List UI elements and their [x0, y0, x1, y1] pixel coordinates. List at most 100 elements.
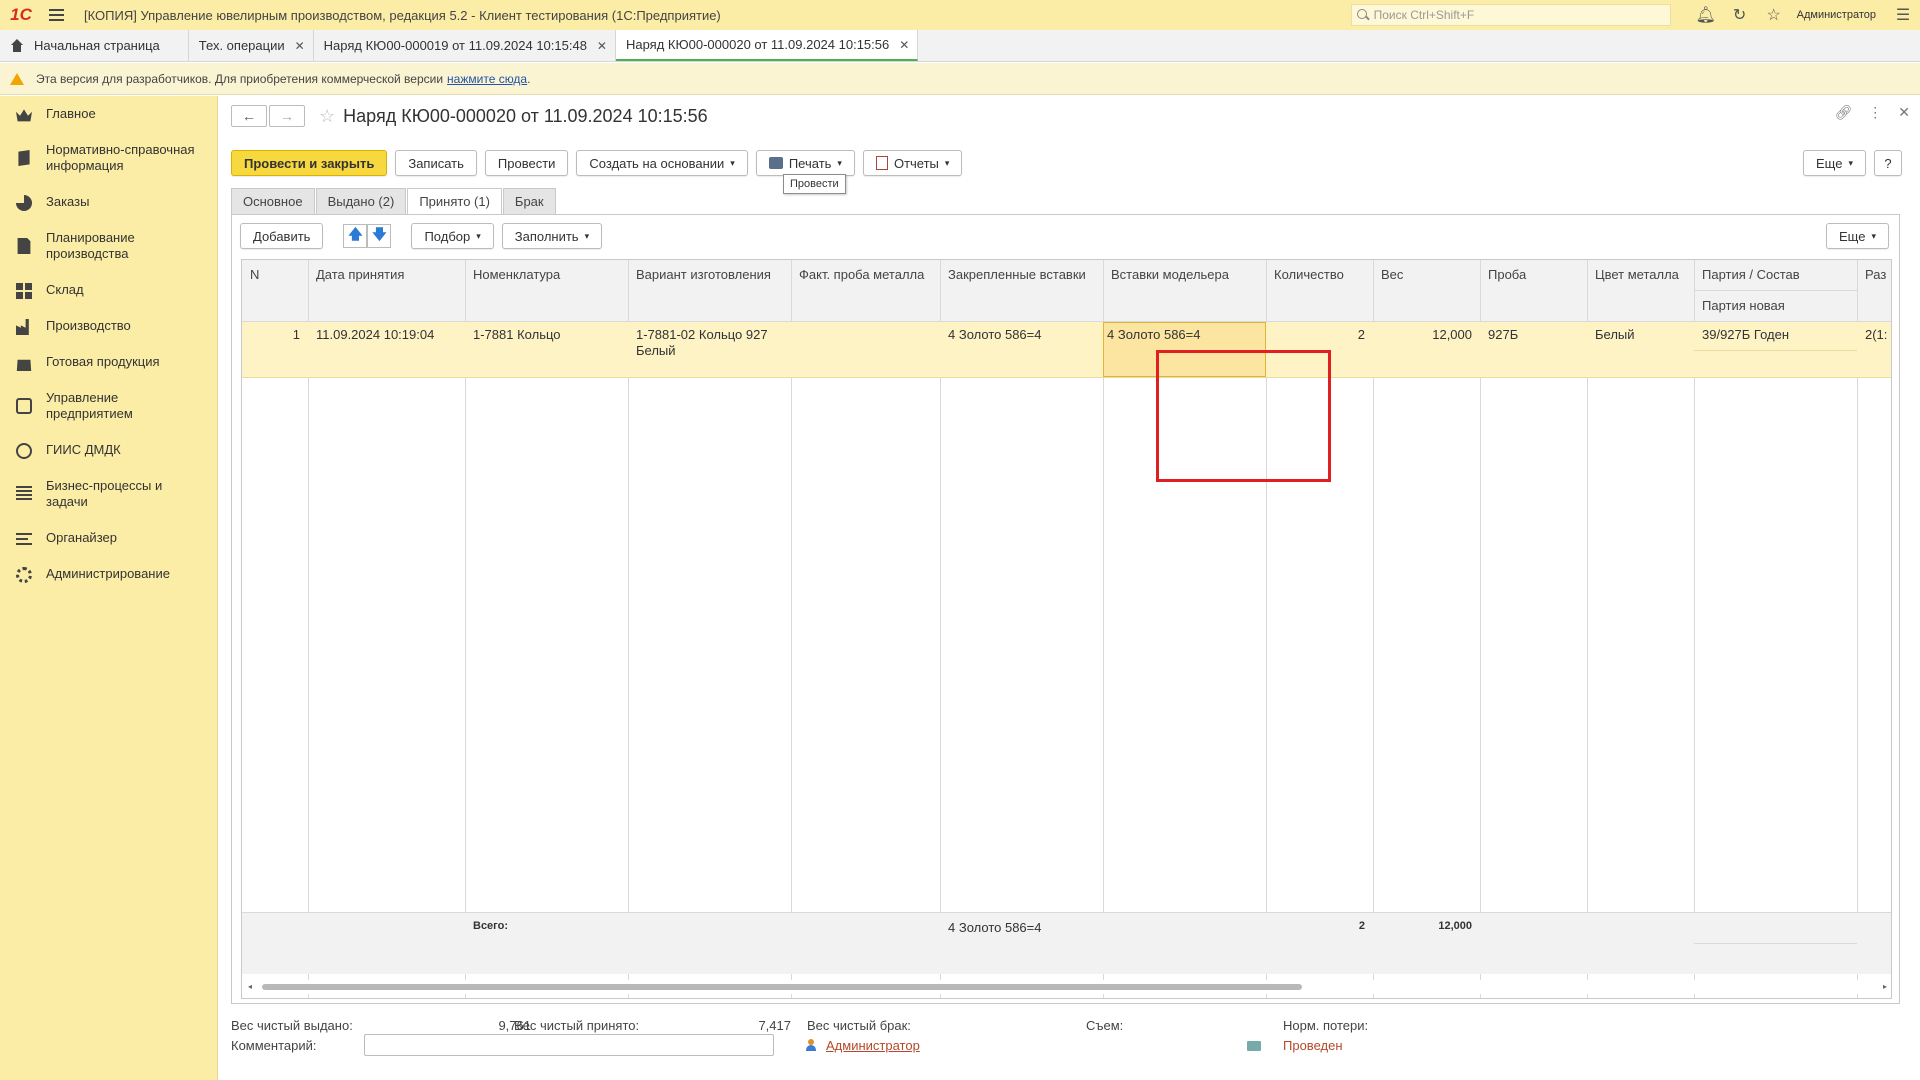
cell-model-inserts[interactable]: 4 Золото 586=4	[1103, 322, 1266, 348]
column-header-fixed-inserts[interactable]: Закрепленные вставки	[940, 260, 1103, 289]
tab-home[interactable]: Начальная страница	[0, 30, 189, 61]
comment-label: Комментарий:	[231, 1038, 317, 1053]
tab-issued[interactable]: Выдано (2)	[315, 188, 407, 214]
scroll-thumb[interactable]	[262, 984, 1302, 990]
pick-button[interactable]: Подбор ▾	[411, 223, 494, 249]
tab-defect[interactable]: Брак	[502, 188, 556, 214]
scroll-left-icon[interactable]: ◂	[248, 982, 252, 991]
favorite-star-icon[interactable]: ☆	[319, 106, 335, 127]
cell-fact-probe[interactable]	[791, 322, 940, 332]
close-icon[interactable]: ✕	[1898, 104, 1910, 121]
user-icon	[806, 1039, 816, 1051]
scroll-right-icon[interactable]: ▸	[1883, 982, 1887, 991]
grid-icon	[16, 283, 32, 299]
write-button[interactable]: Записать	[395, 150, 477, 176]
history-icon[interactable]: ↻	[1723, 0, 1757, 30]
link-icon[interactable]: 🔗︎	[1834, 104, 1852, 121]
sidebar-item-business-processes[interactable]: Бизнес-процессы и задачи	[0, 478, 217, 530]
search-input[interactable]: Поиск Ctrl+Shift+F	[1350, 4, 1671, 26]
chevron-down-icon: ▾	[476, 230, 481, 241]
cell-metal-color[interactable]: Белый	[1587, 322, 1694, 348]
move-up-icon[interactable]: 🡅︎	[343, 224, 368, 248]
menu-icon[interactable]	[42, 0, 70, 30]
home-icon	[10, 38, 24, 53]
table-more-button[interactable]: Еще ▾	[1826, 223, 1889, 249]
settings-menu-icon[interactable]: ☰	[1886, 0, 1920, 30]
table-row[interactable]: 1 11.09.2024 10:19:04 1-7881 Кольцо 1-78…	[242, 322, 1891, 378]
favorites-star-icon[interactable]: ☆	[1757, 0, 1791, 30]
fill-button[interactable]: Заполнить ▾	[501, 223, 603, 249]
more-vertical-icon[interactable]: ⋮	[1868, 104, 1882, 121]
column-header-fact-probe[interactable]: Факт. проба металла	[791, 260, 940, 289]
tab-main[interactable]: Основное	[231, 188, 315, 214]
column-header-probe[interactable]: Проба	[1480, 260, 1587, 289]
close-icon[interactable]: ✕	[597, 39, 607, 53]
sidebar-item-reference[interactable]: Нормативно-справочная информация	[0, 142, 217, 194]
highlight-box	[1156, 350, 1331, 482]
org-icon	[16, 398, 32, 414]
cell-probe[interactable]: 927Б	[1480, 322, 1587, 348]
cell-batch[interactable]: 39/927Б Годен	[1694, 322, 1857, 348]
pie-icon	[16, 195, 32, 211]
table-toolbar-right: Еще ▾	[1826, 223, 1889, 249]
form-header-actions: 🔗︎ ⋮ ✕	[1834, 104, 1910, 121]
buy-link[interactable]: нажмите сюда	[447, 72, 527, 86]
cell-nomenclature[interactable]: 1-7881 Кольцо	[465, 322, 628, 348]
post-and-close-button[interactable]: Провести и закрыть	[231, 150, 388, 176]
sidebar-item-dmdk[interactable]: ГИИС ДМДК	[0, 442, 217, 478]
column-header-metal-color[interactable]: Цвет металла	[1587, 260, 1694, 289]
close-icon[interactable]: ✕	[295, 39, 305, 53]
sidebar-item-orders[interactable]: Заказы	[0, 194, 217, 230]
tab-order-20[interactable]: Наряд КЮ00-000020 от 11.09.2024 10:15:56…	[615, 30, 919, 61]
reports-button[interactable]: Отчеты ▾	[862, 150, 963, 176]
comment-field[interactable]	[364, 1034, 774, 1056]
sidebar-item-planning[interactable]: Планирование производства	[0, 230, 217, 282]
sidebar-item-admin[interactable]: Администрирование	[0, 566, 217, 602]
sidebar-item-finished-goods[interactable]: Готовая продукция	[0, 354, 217, 390]
column-header-variant[interactable]: Вариант изготовления	[628, 260, 791, 289]
sidebar-item-main[interactable]: Главное	[0, 106, 217, 142]
net-accepted-label: Вес чистый принято:	[514, 1018, 640, 1033]
horizontal-scrollbar[interactable]: ◂ ▸	[242, 980, 1891, 994]
move-down-icon[interactable]: 🡇︎	[367, 224, 392, 248]
sidebar-item-management[interactable]: Управление предприятием	[0, 390, 217, 442]
cell-weight[interactable]: 12,000	[1373, 322, 1480, 348]
button-label: Печать	[788, 155, 832, 171]
back-button[interactable]: ←	[231, 105, 267, 127]
bell-icon[interactable]: 🔔︎	[1689, 0, 1723, 30]
author-link[interactable]: Администратор	[826, 1038, 920, 1053]
help-button[interactable]: ?	[1874, 150, 1902, 176]
post-button[interactable]: Провести	[484, 150, 569, 176]
tab-order-19[interactable]: Наряд КЮ00-000019 от 11.09.2024 10:15:48…	[314, 30, 616, 61]
column-header-weight[interactable]: Вес	[1373, 260, 1480, 289]
column-header-batch-new[interactable]: Партия новая	[1694, 290, 1857, 320]
cell-qty[interactable]: 2	[1266, 322, 1373, 348]
warning-icon	[10, 72, 24, 85]
cell-date[interactable]: 11.09.2024 10:19:04	[308, 322, 465, 348]
close-icon[interactable]: ✕	[899, 38, 909, 52]
tab-tech-operations[interactable]: Тех. операции ✕	[189, 30, 314, 61]
sidebar-item-warehouse[interactable]: Склад	[0, 282, 217, 318]
cell-fixed-inserts[interactable]: 4 Золото 586=4	[940, 322, 1103, 348]
column-header-nomenclature[interactable]: Номенклатура	[465, 260, 628, 289]
column-header-date[interactable]: Дата принятия	[308, 260, 465, 289]
sidebar-item-organizer[interactable]: Органайзер	[0, 530, 217, 566]
user-name[interactable]: Администратор	[1797, 9, 1876, 21]
cell-n[interactable]: 1	[242, 322, 308, 348]
column-header-n[interactable]: N	[242, 260, 308, 289]
column-header-model-inserts[interactable]: Вставки модельера	[1103, 260, 1266, 289]
cell-size[interactable]: 2(1:	[1857, 322, 1891, 348]
column-header-batch[interactable]: Партия / Состав	[1694, 260, 1857, 289]
more-button[interactable]: Еще ▾	[1803, 150, 1866, 176]
create-based-on-button[interactable]: Создать на основании ▾	[576, 150, 748, 176]
print-button[interactable]: Печать ▾	[755, 150, 855, 176]
sidebar-item-production[interactable]: Производство	[0, 318, 217, 354]
cell-variant[interactable]: 1-7881-02 Кольцо 927 Белый	[628, 322, 778, 364]
forward-button[interactable]: →	[269, 105, 305, 127]
column-header-qty[interactable]: Количество	[1266, 260, 1373, 289]
tab-accepted[interactable]: Принято (1)	[407, 188, 502, 214]
add-button[interactable]: Добавить	[240, 223, 324, 249]
totals-qty: 2	[1358, 920, 1365, 932]
form-header: ← → ☆ Наряд КЮ00-000020 от 11.09.2024 10…	[231, 104, 708, 128]
column-header-size[interactable]: Раз	[1857, 260, 1891, 289]
